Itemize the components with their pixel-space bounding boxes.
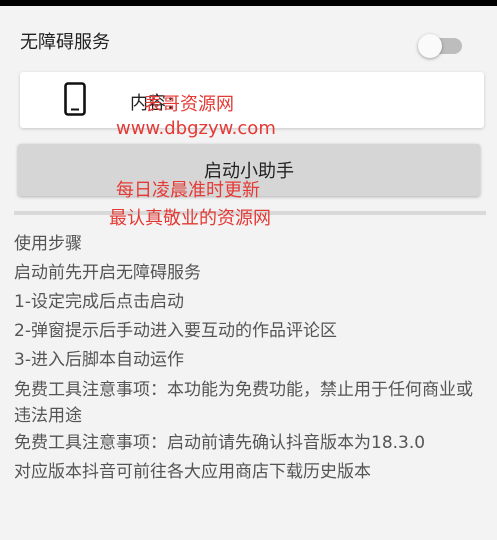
section-divider (14, 211, 486, 215)
instruction-item: 免费工具注意事项：启动前请先确认抖音版本为18.3.0 (14, 433, 426, 453)
accessibility-service-label: 无障碍服务 (20, 32, 110, 53)
phone-icon (64, 82, 86, 116)
instruction-item: 对应版本抖音可前往各大应用商店下载历史版本 (14, 462, 371, 482)
instruction-item: 2-弹窗提示后手动进入要互动的作品评论区 (14, 321, 337, 341)
content-label: 内容： (130, 93, 184, 114)
instruction-item: 1-设定完成后点击启动 (14, 292, 184, 312)
toggle-thumb (418, 34, 442, 58)
content-card[interactable]: 内容： (20, 72, 484, 128)
accessibility-service-row: 无障碍服务 (0, 6, 497, 62)
instruction-item: 3-进入后脚本自动运作 (14, 350, 184, 370)
watermark-tagline: 最认真敬业的资源网 (109, 208, 271, 229)
instructions-list: 使用步骤 启动前先开启无障碍服务 1-设定完成后点击启动 2-弹窗提示后手动进入… (14, 230, 484, 487)
instruction-item: 启动前先开启无障碍服务 (14, 263, 201, 283)
instruction-heading: 使用步骤 (14, 234, 82, 254)
instruction-item: 免费工具注意事项：本功能为免费功能，禁止用于任何商业或违法用途 (14, 380, 473, 426)
start-assistant-button[interactable]: 启动小助手 (18, 144, 480, 196)
accessibility-service-toggle[interactable] (418, 34, 462, 58)
